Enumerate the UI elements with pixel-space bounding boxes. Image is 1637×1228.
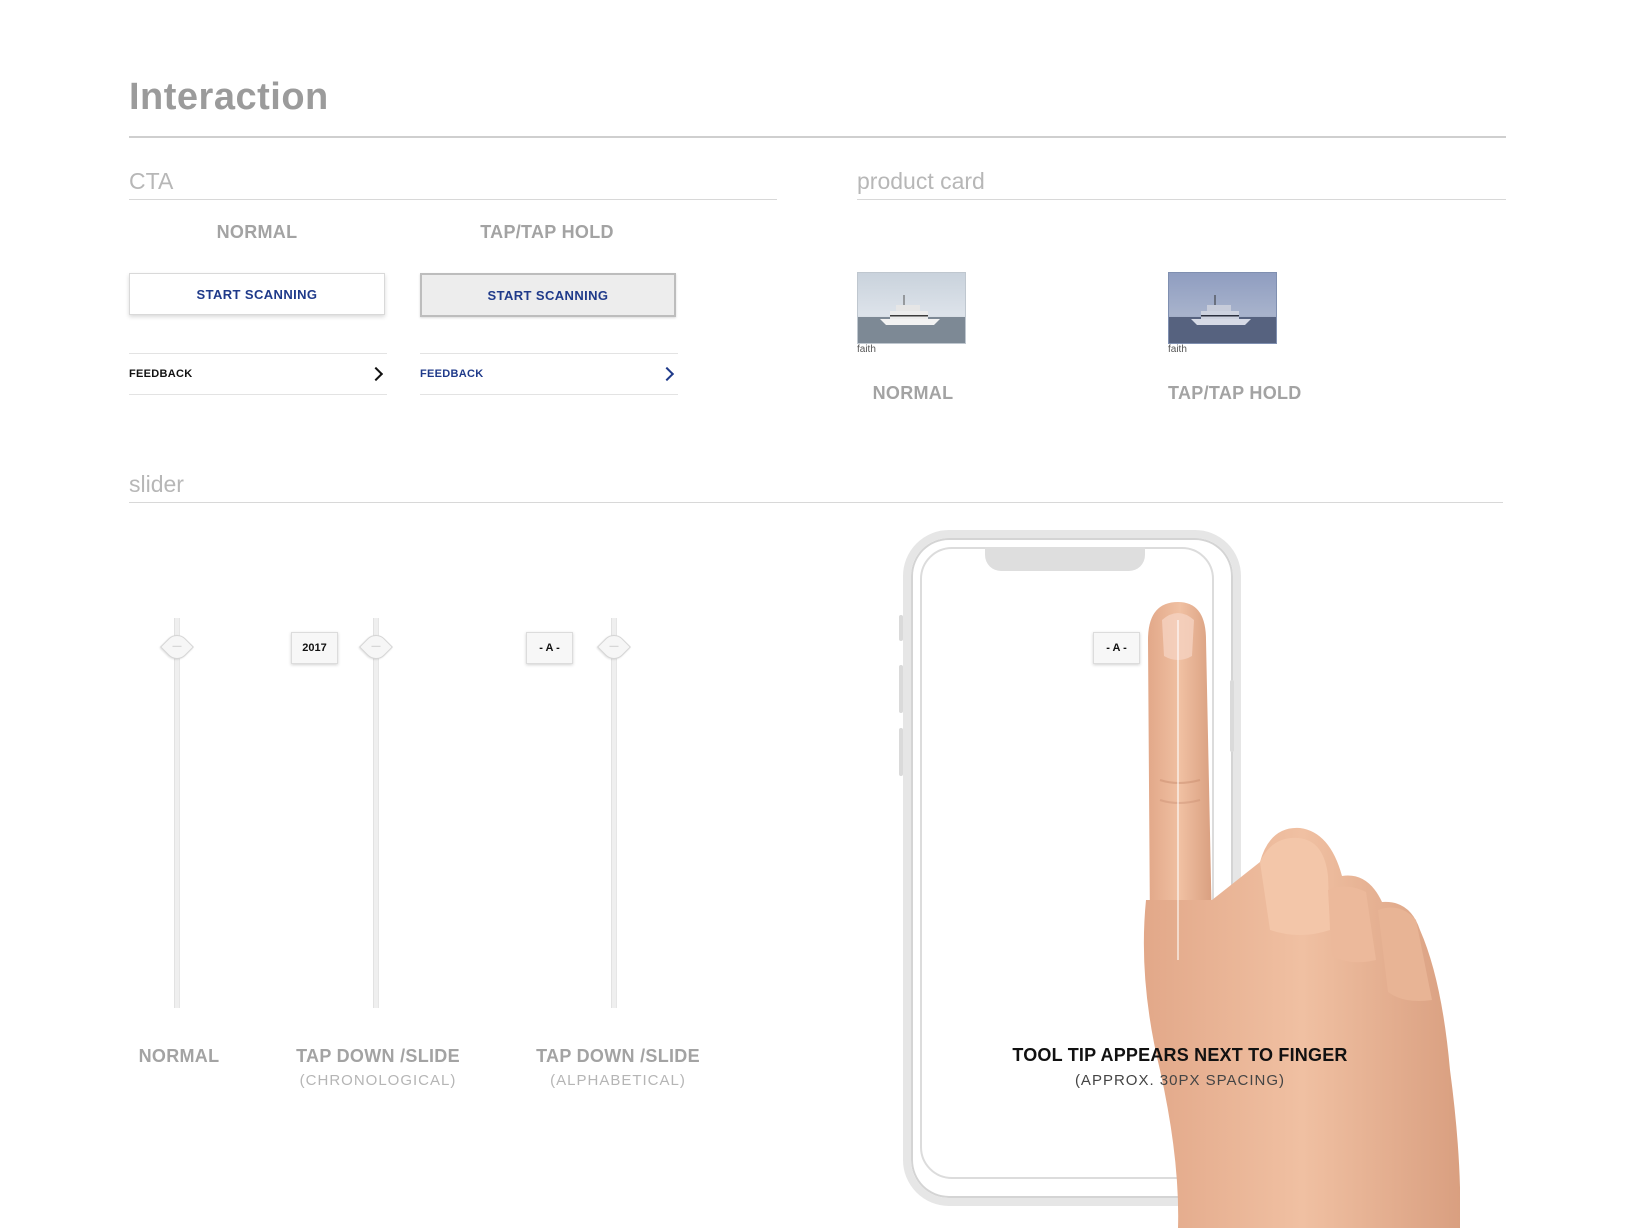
card-tap-label: TAP/TAP HOLD — [1168, 383, 1302, 403]
phone-side-button — [899, 615, 903, 641]
product-card-section-title: product card — [857, 168, 985, 194]
phone-notch — [985, 547, 1145, 571]
product-card-divider — [857, 199, 1506, 200]
product-card-pressed[interactable]: faith — [1168, 272, 1277, 355]
slider-knob-icon[interactable] — [359, 630, 393, 664]
card-caption: faith — [1168, 344, 1187, 355]
tooltip-text: - A - — [539, 642, 560, 654]
slider-knob-icon[interactable] — [597, 630, 631, 664]
phone-side-button — [899, 728, 903, 776]
slider-alpha-label: TAP DOWN /SLIDE — [536, 1046, 700, 1066]
finger-note-sub: (APPROX. 30PX SPACING) — [1074, 1072, 1286, 1089]
slider-knob-icon[interactable] — [160, 630, 194, 664]
page-title: Interaction — [129, 76, 329, 118]
cta-tap-label: TAP/TAP HOLD — [480, 222, 614, 242]
slider-tooltip-letter: - A - — [526, 632, 573, 664]
title-divider — [129, 136, 1506, 138]
feedback-label: FEEDBACK — [129, 368, 193, 380]
slider-divider — [129, 502, 1503, 503]
card-normal-label: NORMAL — [872, 383, 954, 403]
card-caption: faith — [857, 344, 876, 355]
slider-track[interactable] — [611, 618, 617, 1008]
slider-section-title: slider — [129, 471, 184, 497]
tooltip-text: 2017 — [302, 642, 327, 654]
yacht-image — [857, 272, 966, 344]
cta-divider — [129, 199, 777, 200]
finger-note-title: TOOL TIP APPEARS NEXT TO FINGER — [1012, 1045, 1348, 1065]
feedback-label: FEEDBACK — [420, 368, 484, 380]
chevron-right-icon — [659, 366, 675, 382]
chevron-right-icon — [368, 366, 384, 382]
start-scanning-label: START SCANNING — [487, 287, 609, 303]
slider-normal-label: NORMAL — [138, 1046, 220, 1066]
slider-track[interactable] — [373, 618, 379, 1008]
start-scanning-button-pressed[interactable]: START SCANNING — [420, 273, 676, 317]
cta-normal-label: NORMAL — [216, 222, 298, 242]
start-scanning-button[interactable]: START SCANNING — [129, 273, 385, 315]
hand-icon — [1143, 602, 1460, 1228]
product-card[interactable]: faith — [857, 272, 966, 355]
slider-chrono-label: TAP DOWN /SLIDE — [296, 1046, 460, 1066]
slider-tooltip-year: 2017 — [291, 632, 338, 664]
feedback-link[interactable]: FEEDBACK — [129, 353, 387, 395]
phone-side-button — [899, 665, 903, 713]
slider-alpha-sub: (ALPHABETICAL) — [550, 1072, 686, 1089]
start-scanning-label: START SCANNING — [196, 286, 318, 302]
feedback-link-pressed[interactable]: FEEDBACK — [420, 353, 678, 395]
yacht-image — [1168, 272, 1277, 344]
cta-section-title: CTA — [129, 168, 174, 194]
slider-track[interactable] — [174, 618, 180, 1008]
slider-chrono-sub: (CHRONOLOGICAL) — [299, 1072, 457, 1089]
